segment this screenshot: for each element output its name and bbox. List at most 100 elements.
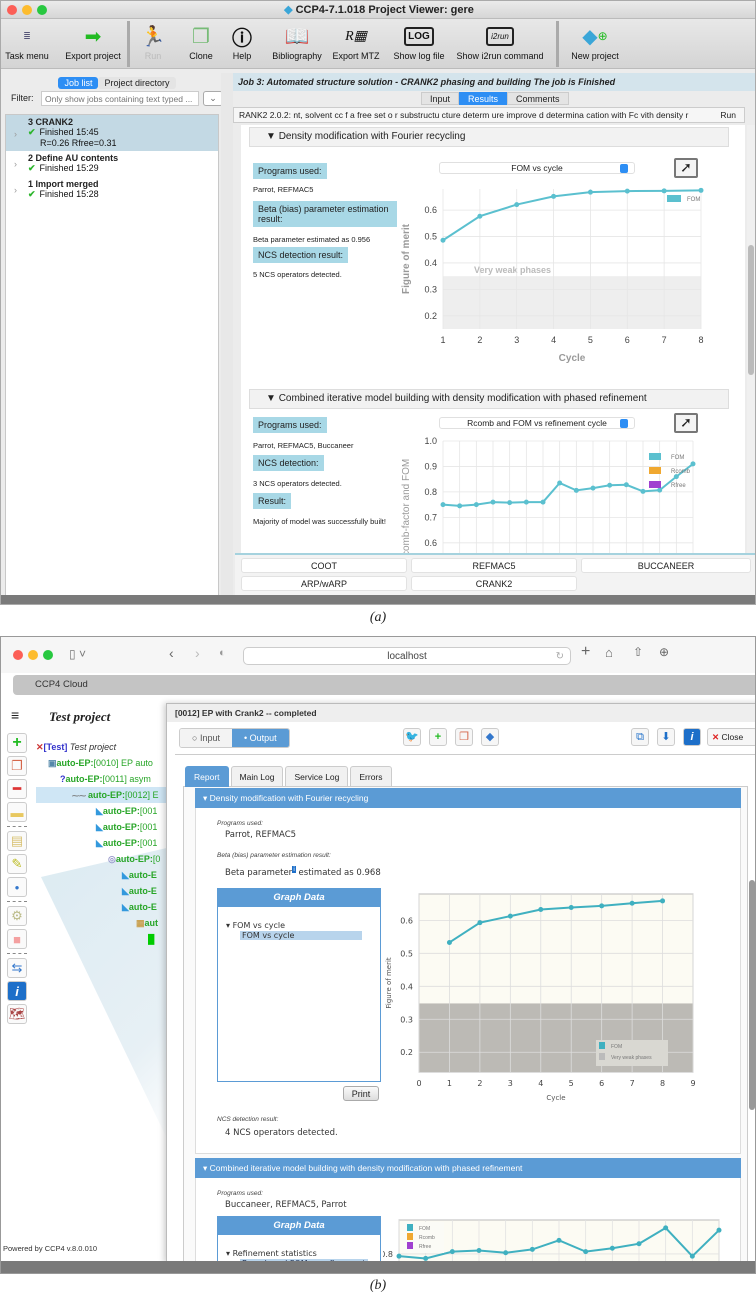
run-job-icon[interactable]: 🐦 (403, 728, 421, 746)
zoom-window-button[interactable] (37, 5, 47, 15)
report-scrollbar[interactable] (747, 125, 755, 553)
add-job-icon[interactable]: + (429, 728, 447, 746)
scrollbar-thumb[interactable] (748, 245, 754, 375)
minimize-window-button[interactable] (28, 650, 38, 660)
tab-errors[interactable]: Errors (350, 766, 392, 787)
filter-dropdown-button[interactable]: ⌄ (203, 91, 223, 106)
popout-graph-button[interactable]: ➚ (674, 413, 698, 433)
settings-gear-icon[interactable]: ⚙ (7, 906, 27, 926)
section-header-density-mod[interactable]: ▾ Density modification with Fourier recy… (195, 788, 741, 808)
job-item[interactable]: › 2 Define AU contents ✔ Finished 15:29 (6, 151, 218, 177)
close-window-button[interactable] (13, 650, 23, 660)
share-icon[interactable]: ⇧ (633, 645, 643, 659)
tree-node[interactable]: ◣auto-E (36, 899, 166, 915)
tab-input[interactable]: Input (421, 92, 460, 105)
tab-job-list[interactable]: Job list (58, 77, 99, 89)
tree-node[interactable]: █ (36, 931, 166, 947)
tab-service-log[interactable]: Service Log (285, 766, 349, 787)
folder-icon[interactable]: ▬ (7, 802, 27, 822)
clone-job-icon[interactable]: ❐ (7, 756, 27, 776)
stop-icon[interactable]: ■ (7, 929, 27, 949)
show-i2run-button[interactable]: i2run Show i2run command (455, 21, 545, 67)
expand-chevron-icon[interactable]: › (14, 185, 17, 195)
add-job-icon[interactable]: + (7, 733, 27, 753)
privacy-shield-icon[interactable]: ◐ (219, 647, 226, 659)
section-header-density-mod[interactable]: ▼ Density modification with Fourier recy… (249, 127, 729, 147)
job-item[interactable]: › 3 CRANK2 ✔ Finished 15:45 R=0.26 Rfree=… (6, 115, 218, 151)
tree-node[interactable]: ◣auto-EP:[001 (36, 835, 166, 851)
tree-node[interactable]: ?auto-EP:[0011] asym (36, 771, 166, 787)
info-icon[interactable]: i (7, 981, 27, 1001)
graph-select-a1[interactable]: FOM vs cycle (439, 162, 635, 174)
export-mtz-button[interactable]: R▦ Export MTZ (331, 21, 381, 67)
tree-node-selected[interactable]: ⁓⁓ auto-EP:[0012] E (36, 787, 166, 803)
tree-node[interactable]: ◣auto-E (36, 867, 166, 883)
buccaneer-button[interactable]: BUCCANEER (581, 558, 751, 573)
minimize-window-button[interactable] (22, 5, 32, 15)
refmac5-button[interactable]: REFMAC5 (411, 558, 577, 573)
new-project-button[interactable]: ◆ ⊕ New project (565, 21, 625, 67)
reload-icon[interactable]: ↻ (556, 648, 564, 665)
tab-report[interactable]: Report (185, 766, 229, 787)
url-bar[interactable]: localhost ↻ (243, 647, 571, 665)
report-scrollbar[interactable] (749, 880, 755, 1110)
run-button[interactable]: 🏃 Run (135, 21, 171, 67)
new-tab-icon[interactable]: + (581, 643, 590, 661)
tree-node[interactable]: ◣auto-EP:[001 (36, 819, 166, 835)
tab-comments[interactable]: Comments (507, 92, 569, 105)
downloads-icon[interactable]: ⊕ (659, 645, 669, 659)
export-icon[interactable]: ⧉ (631, 728, 649, 746)
filter-input[interactable] (41, 91, 199, 106)
coot-button[interactable]: COOT (241, 558, 407, 573)
download-arrow-icon[interactable]: ⬇ (657, 728, 675, 746)
clone-job-icon[interactable]: ❐ (455, 728, 473, 746)
bibliography-button[interactable]: 📖 Bibliography (267, 21, 327, 67)
forward-icon[interactable]: › (195, 645, 200, 661)
run-link[interactable]: Run (714, 108, 736, 122)
graph-tree-parent[interactable]: ▾ FOM vs cycle (226, 921, 380, 930)
section-header-model-building[interactable]: ▾ Combined iterative model building with… (195, 1158, 741, 1178)
arpwarp-button[interactable]: ARP/wARP (241, 576, 407, 591)
clone-button[interactable]: ❐ Clone (181, 21, 221, 67)
graph-tree-parent[interactable]: ▾ Refinement statistics (226, 1249, 380, 1258)
notepad-icon[interactable]: ▤ (7, 831, 27, 851)
refresh-arrows-icon[interactable]: ⇆ (7, 958, 27, 978)
popout-graph-button[interactable]: ➚ (674, 158, 698, 178)
dot-icon[interactable]: ● (7, 877, 27, 897)
tree-node[interactable]: ▣auto-EP:[0010] EP auto (36, 755, 166, 771)
delete-job-icon[interactable]: ━ (7, 779, 27, 799)
tree-node[interactable]: ◎auto-EP:[0 (36, 851, 166, 867)
output-radio[interactable]: • Output (231, 729, 289, 747)
back-icon[interactable]: ‹ (169, 645, 174, 661)
tree-node[interactable]: ▦aut (36, 915, 166, 931)
graph-tree-child[interactable]: FOM vs cycle (240, 931, 380, 940)
expand-chevron-icon[interactable]: › (14, 159, 17, 169)
job-item[interactable]: › 1 Import merged ✔ Finished 15:28 (6, 177, 218, 203)
road-map-icon[interactable]: 🗺 (7, 1004, 27, 1024)
sidebar-toggle-icon[interactable]: ▯ ˅ (69, 647, 86, 661)
show-log-button[interactable]: LOG Show log file (389, 21, 449, 67)
graph-select-a2[interactable]: Rcomb and FOM vs refinement cycle (439, 417, 635, 429)
expand-chevron-icon[interactable]: › (14, 129, 17, 139)
edit-pencil-icon[interactable]: ✎ (7, 854, 27, 874)
export-project-button[interactable]: ➡ Export project (61, 21, 125, 67)
splitter-handle[interactable] (221, 73, 233, 595)
bookmark-icon[interactable]: ◆ (481, 728, 499, 746)
tab-project-directory[interactable]: Project directory (98, 77, 176, 89)
tree-node[interactable]: ◣auto-EP:[001 (36, 803, 166, 819)
tab-main-log[interactable]: Main Log (230, 766, 284, 787)
close-window-button[interactable] (7, 5, 17, 15)
crank2-button[interactable]: CRANK2 (411, 576, 577, 591)
help-button[interactable]: ⓘ Help (225, 21, 259, 67)
hamburger-menu-icon[interactable]: ≡ (11, 707, 19, 723)
info-icon[interactable]: i (683, 728, 701, 746)
home-icon[interactable]: ⌂ (605, 645, 613, 660)
tree-node[interactable]: ◣auto-E (36, 883, 166, 899)
section-header-model-building[interactable]: ▼ Combined iterative model building with… (249, 389, 729, 409)
tab-results[interactable]: Results (459, 92, 508, 105)
input-radio[interactable]: ○ Input (180, 729, 232, 747)
close-dialog-button[interactable]: ✕ Close (707, 728, 755, 746)
print-button[interactable]: Print (343, 1086, 379, 1101)
task-menu-button[interactable]: ≣ Task menu (3, 21, 51, 67)
zoom-window-button[interactable] (43, 650, 53, 660)
